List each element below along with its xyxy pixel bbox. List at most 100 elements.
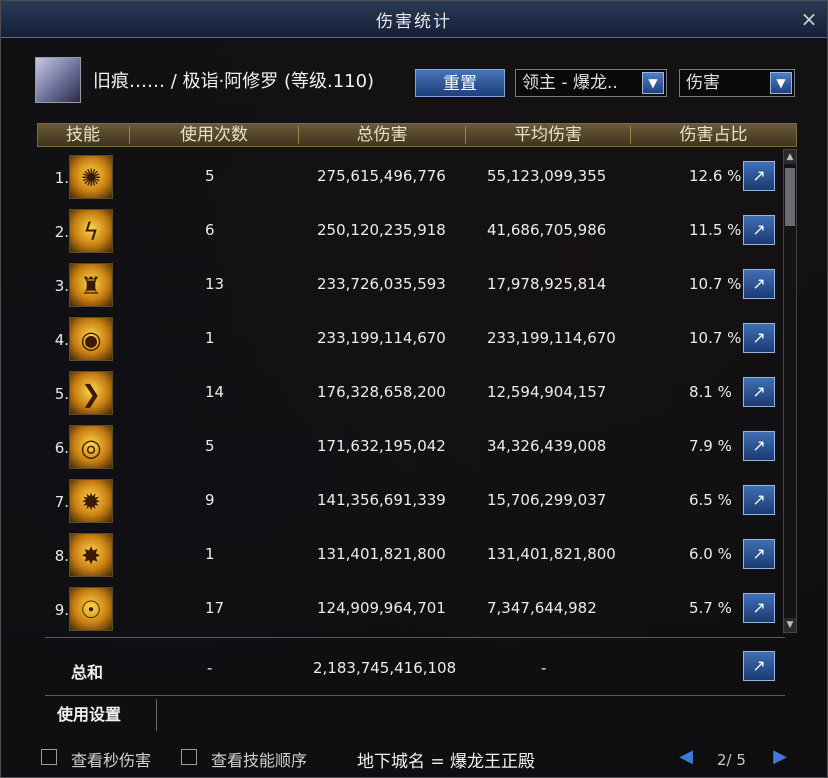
share-icon: ↗ — [752, 490, 766, 509]
row-avg-damage: 15,706,299,037 — [487, 491, 607, 509]
target-dropdown-value: 领主 - 爆龙.. — [522, 73, 618, 93]
row-uses: 9 — [205, 491, 215, 509]
share-button[interactable]: ↗ — [743, 161, 775, 191]
total-uses: - — [207, 659, 213, 677]
wave-skill-icon: ❯ — [69, 371, 113, 415]
row-damage-share: 12.6 % — [689, 167, 742, 185]
row-avg-damage: 12,594,904,157 — [487, 383, 607, 401]
share-button[interactable]: ↗ — [743, 431, 775, 461]
row-rank: 7. — [54, 493, 69, 511]
row-avg-damage: 233,199,114,670 — [487, 329, 616, 347]
swirl-skill-icon: ✺ — [69, 155, 113, 199]
share-button[interactable]: ↗ — [743, 215, 775, 245]
header-skill[interactable]: 技能 — [38, 124, 128, 146]
share-icon: ↗ — [752, 436, 766, 455]
skill-order-checkbox[interactable] — [181, 749, 197, 765]
share-icon: ↗ — [752, 656, 766, 675]
share-button[interactable]: ↗ — [743, 593, 775, 623]
total-label: 总和 — [71, 663, 104, 682]
row-total-damage: 250,120,235,918 — [317, 221, 446, 239]
header-uses[interactable]: 使用次数 — [130, 124, 298, 146]
share-button[interactable]: ↗ — [743, 485, 775, 515]
table-row: 4. ◉ 1 233,199,114,670 233,199,114,670 10.7 %… — [37, 313, 781, 367]
row-total-damage: 233,199,114,670 — [317, 329, 446, 347]
damage-stats-window: 伤害统计 × 旧痕…… / 极诣·阿修罗 (等级.110) 重置 领主 - 爆龙… — [0, 0, 828, 778]
row-damage-share: 6.0 % — [689, 545, 732, 563]
table-header: 技能 使用次数 总伤害 平均伤害 伤害占比 — [37, 123, 797, 147]
bottom-bar: 查看秒伤害 查看技能顺序 地下城名 = 爆龙王正殿 ◀ 2/ 5 ▶ — [1, 739, 827, 777]
row-rank: 8. — [54, 547, 69, 565]
header-damage-share[interactable]: 伤害占比 — [631, 124, 796, 146]
scroll-down-icon[interactable]: ▼ — [784, 618, 796, 632]
row-total-damage: 176,328,658,200 — [317, 383, 446, 401]
share-button[interactable]: ↗ — [743, 323, 775, 353]
row-uses: 17 — [205, 599, 225, 617]
row-avg-damage: 34,326,439,008 — [487, 437, 607, 455]
row-rank: 2. — [54, 223, 69, 241]
row-total-damage: 233,726,035,593 — [317, 275, 446, 293]
reset-button[interactable]: 重置 — [415, 69, 505, 97]
table-row: 8. ✸ 1 131,401,821,800 131,401,821,800 6.0 % ↗ — [37, 529, 781, 583]
table-row: 7. ✹ 9 141,356,691,339 15,706,299,037 6.5 % ↗ — [37, 475, 781, 529]
table-row: 5. ❯ 14 176,328,658,200 12,594,904,157 8.1 % ↗ — [37, 367, 781, 421]
table-row: 2. ϟ 6 250,120,235,918 41,686,705,986 11.5 % ↗ — [37, 205, 781, 259]
metric-dropdown[interactable]: 伤害 ▼ — [679, 69, 795, 97]
row-damage-share: 8.1 % — [689, 383, 732, 401]
row-damage-share: 5.7 % — [689, 599, 732, 617]
row-rank: 5. — [54, 385, 69, 403]
share-button[interactable]: ↗ — [743, 269, 775, 299]
row-damage-share: 7.9 % — [689, 437, 732, 455]
row-uses: 6 — [205, 221, 215, 239]
flame-skill-icon: ✸ — [69, 533, 113, 577]
row-damage-share: 11.5 % — [689, 221, 742, 239]
prev-page-icon[interactable]: ◀ — [677, 747, 695, 767]
share-icon: ↗ — [752, 382, 766, 401]
share-icon: ↗ — [752, 274, 766, 293]
row-rank: 1. — [54, 169, 69, 187]
skill-table-body: 1. ✺ 5 275,615,496,776 55,123,099,355 12.6 % ↗… — [37, 151, 781, 631]
row-total-damage: 124,909,964,701 — [317, 599, 446, 617]
header-avg-damage[interactable]: 平均伤害 — [466, 124, 630, 146]
scroll-thumb[interactable] — [785, 168, 795, 226]
divider — [45, 695, 785, 696]
target-dropdown[interactable]: 领主 - 爆龙.. ▼ — [515, 69, 667, 97]
next-page-icon[interactable]: ▶ — [771, 747, 789, 767]
table-row: 9. ☉ 17 124,909,964,701 7,347,644,982 5.7 % ↗ — [37, 583, 781, 631]
character-row: 旧痕…… / 极诣·阿修罗 (等级.110) — [35, 57, 374, 103]
per-second-label[interactable]: 查看秒伤害 — [71, 747, 151, 771]
row-damage-share: 10.7 % — [689, 275, 742, 293]
row-damage-share: 10.7 % — [689, 329, 742, 347]
row-avg-damage: 17,978,925,814 — [487, 275, 607, 293]
total-row: 总和 - 2,183,745,416,108 - ↗ — [37, 641, 797, 695]
row-uses: 13 — [205, 275, 225, 293]
chevron-down-icon[interactable]: ▼ — [770, 72, 792, 94]
page-indicator: 2/ 5 — [717, 751, 746, 769]
row-total-damage: 275,615,496,776 — [317, 167, 446, 185]
row-uses: 5 — [205, 437, 215, 455]
share-icon: ↗ — [752, 166, 766, 185]
share-button[interactable]: ↗ — [743, 539, 775, 569]
table-scrollbar[interactable]: ▲ ▼ — [783, 149, 797, 633]
table-row: 6. ◎ 5 171,632,195,042 34,326,439,008 7.9 % ↗ — [37, 421, 781, 475]
total-damage: 2,183,745,416,108 — [313, 659, 457, 677]
share-icon: ↗ — [752, 598, 766, 617]
title-bar[interactable]: 伤害统计 — [1, 1, 827, 38]
scroll-up-icon[interactable]: ▲ — [784, 150, 796, 164]
header-total-damage[interactable]: 总伤害 — [299, 124, 465, 146]
eye-skill-icon: ◉ — [69, 317, 113, 361]
per-second-checkbox[interactable] — [41, 749, 57, 765]
usage-settings-tab[interactable]: 使用设置 — [45, 699, 157, 731]
divider — [45, 637, 785, 638]
row-rank: 9. — [54, 601, 69, 619]
table-row: 3. ♜ 13 233,726,035,593 17,978,925,814 10.7 %… — [37, 259, 781, 313]
share-button[interactable]: ↗ — [743, 377, 775, 407]
skill-order-label[interactable]: 查看技能顺序 — [211, 747, 307, 771]
share-total-button[interactable]: ↗ — [743, 651, 775, 681]
chevron-down-icon[interactable]: ▼ — [642, 72, 664, 94]
row-uses: 1 — [205, 329, 215, 347]
character-avatar — [35, 57, 81, 103]
row-avg-damage: 131,401,821,800 — [487, 545, 616, 563]
row-rank: 4. — [54, 331, 69, 349]
close-button[interactable]: × — [799, 9, 819, 29]
row-avg-damage: 7,347,644,982 — [487, 599, 597, 617]
